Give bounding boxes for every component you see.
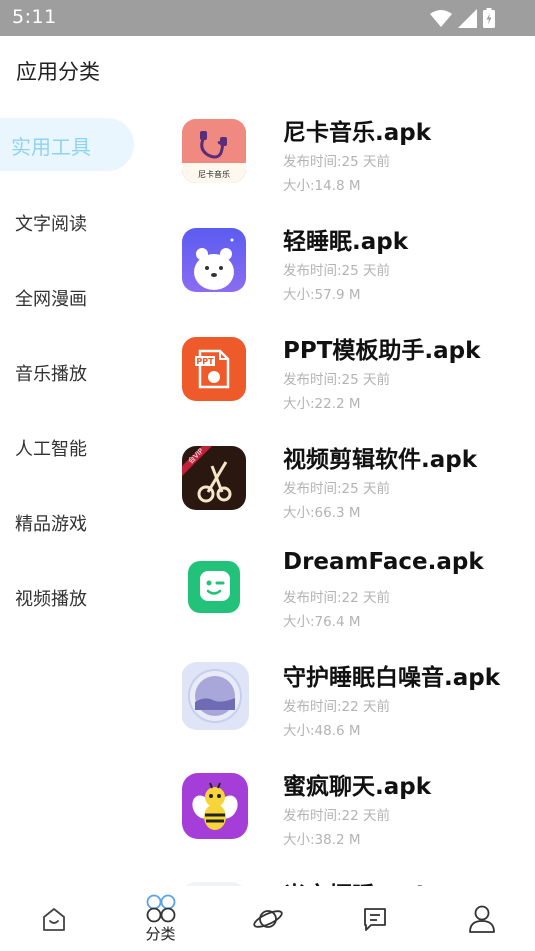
nav-profile[interactable]: [428, 886, 535, 951]
ppt-file-icon: PPT: [182, 337, 246, 401]
sidebar-item-games[interactable]: 精品游戏: [0, 493, 150, 568]
app-name: 视频剪辑软件.apk: [283, 447, 478, 473]
app-size: 大小:57.9 M: [283, 287, 361, 303]
app-name: 轻睡眠.apk: [283, 229, 409, 255]
app-size: 大小:66.3 M: [283, 505, 361, 521]
sidebar-item-ai[interactable]: 人工智能: [0, 418, 150, 493]
sidebar-item-video[interactable]: 视频播放: [0, 568, 150, 643]
profile-icon: [468, 905, 495, 933]
app-name: PPT模板助手.apk: [283, 338, 481, 364]
sidebar-item-tools[interactable]: 实用工具: [0, 118, 150, 193]
bee-icon: [182, 773, 248, 839]
app-size: 大小:76.4 M: [283, 614, 361, 630]
page-title: 应用分类: [16, 60, 100, 84]
app-list-item[interactable]: 尼卡音乐 尼卡音乐.apk 发布时间:25 天前 大小:14.8 M: [182, 110, 527, 219]
nika-music-icon: 尼卡音乐: [182, 119, 246, 183]
app-name: 蜜疯聊天.apk: [283, 774, 432, 800]
app-release-date: 发布时间:25 天前: [283, 154, 391, 170]
sidebar-item-comics[interactable]: 全网漫画: [0, 268, 150, 343]
nav-messages[interactable]: [321, 886, 428, 951]
status-icons: [430, 8, 495, 28]
app-name: 守护睡眠白噪音.apk: [283, 665, 501, 691]
nav-category[interactable]: 分类: [107, 886, 214, 951]
bottom-nav: 分类: [0, 886, 535, 951]
app-name: 光文摆睡.apk: [283, 876, 431, 886]
moon-lake-icon: [182, 662, 249, 730]
dreamface-icon: [182, 555, 246, 619]
app-list-item[interactable]: 会VIP 视频剪辑软件.apk 发布时间:25 天前 大小:66.3 M: [182, 437, 527, 546]
app-list-item[interactable]: 守护睡眠白噪音.apk 发布时间:22 天前 大小:48.6 M: [182, 655, 527, 764]
sidebar-item-music[interactable]: 音乐播放: [0, 343, 150, 418]
app-release-date: 发布时间:22 天前: [283, 699, 391, 715]
app-list-item[interactable]: DreamFace.apk 发布时间:22 天前 大小:76.4 M: [182, 546, 527, 655]
app-release-date: 发布时间:22 天前: [283, 808, 391, 824]
nav-home[interactable]: [0, 886, 107, 951]
ppt-icon-text: PPT: [196, 357, 214, 366]
app-list-item[interactable]: 光文摆睡.apk: [182, 873, 527, 886]
signal-icon: [458, 8, 477, 28]
status-bar: 5:11: [0, 0, 535, 36]
message-icon: [363, 907, 386, 931]
sidebar-item-label: 文字阅读: [15, 214, 87, 235]
sidebar-item-reading[interactable]: 文字阅读: [0, 193, 150, 268]
app-size: 大小:38.2 M: [283, 832, 361, 848]
app-list-item[interactable]: 蜜疯聊天.apk 发布时间:22 天前 大小:38.2 M: [182, 764, 527, 873]
status-time: 5:11: [12, 6, 57, 28]
sidebar-item-label: 人工智能: [15, 439, 87, 460]
film-scissors-icon: 会VIP: [182, 446, 246, 510]
sidebar-item-label: 全网漫画: [15, 289, 87, 310]
app-list-item[interactable]: PPT PPT模板助手.apk 发布时间:25 天前 大小:22.2 M: [182, 328, 527, 437]
wifi-icon: [430, 9, 452, 27]
app-release-date: 发布时间:25 天前: [283, 372, 391, 388]
app-release-date: 发布时间:22 天前: [283, 590, 391, 606]
battery-icon: [483, 8, 495, 28]
category-icon: [146, 894, 175, 923]
category-sidebar: 实用工具 文字阅读 全网漫画 音乐播放 人工智能 精品游戏 视频播放: [0, 118, 150, 643]
app-name: 尼卡音乐.apk: [283, 120, 432, 146]
sidebar-item-label: 实用工具: [11, 135, 91, 159]
app-size: 大小:14.8 M: [283, 178, 361, 194]
app-release-date: 发布时间:25 天前: [283, 481, 391, 497]
home-icon: [42, 907, 65, 931]
nav-category-label: 分类: [145, 925, 176, 943]
sidebar-item-label: 音乐播放: [15, 364, 87, 385]
polar-bear-icon: [182, 228, 246, 292]
nika-icon-text: 尼卡音乐: [198, 169, 230, 179]
sidebar-item-label: 精品游戏: [15, 514, 87, 535]
app-release-date: 发布时间:25 天前: [283, 263, 391, 279]
app-list-item[interactable]: 轻睡眠.apk 发布时间:25 天前 大小:57.9 M: [182, 219, 527, 328]
app-name: DreamFace.apk: [283, 549, 484, 575]
planet-icon: [252, 909, 283, 928]
app-list[interactable]: 尼卡音乐 尼卡音乐.apk 发布时间:25 天前 大小:14.8 M 轻睡眠.a…: [182, 110, 527, 886]
sidebar-item-label: 视频播放: [15, 589, 87, 610]
nav-discover[interactable]: [214, 886, 321, 951]
app-size: 大小:48.6 M: [283, 723, 361, 739]
app-size: 大小:22.2 M: [283, 396, 361, 412]
